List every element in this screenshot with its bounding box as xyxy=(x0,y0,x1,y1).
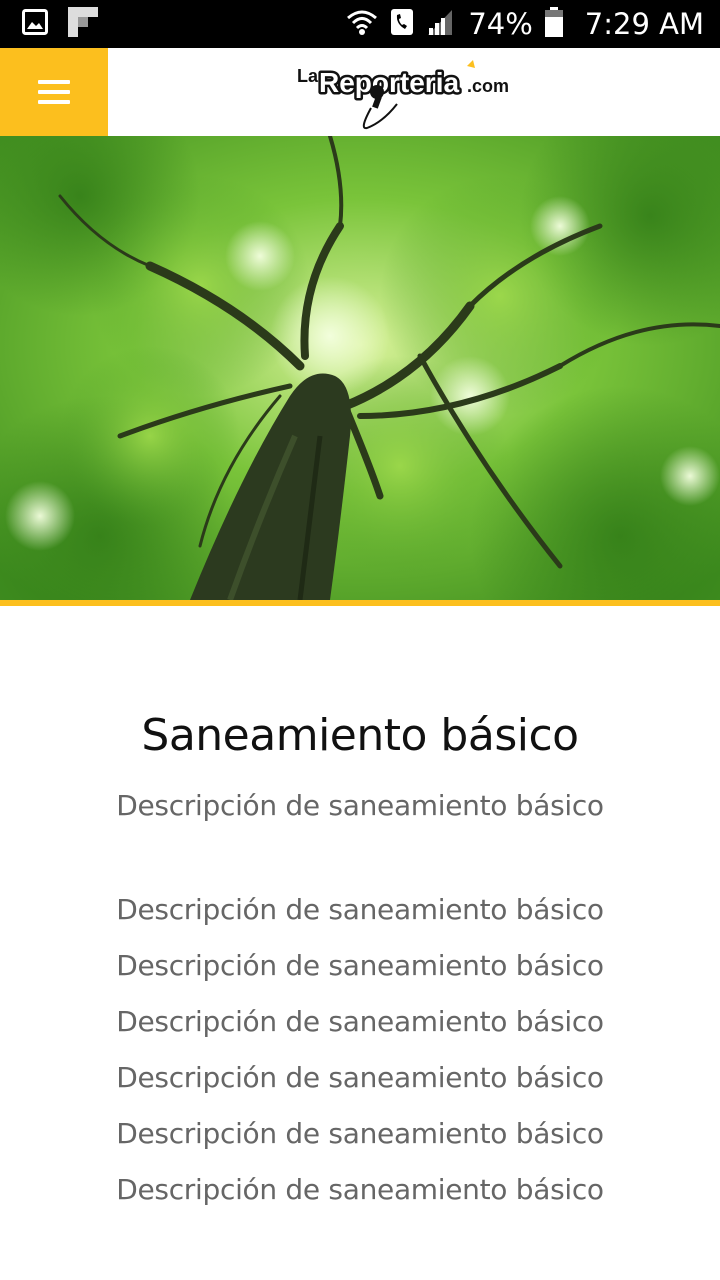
description-list: Descripción de saneamiento básico Descri… xyxy=(0,882,720,1218)
flipboard-icon xyxy=(68,6,98,42)
description-intro: Descripción de saneamiento básico xyxy=(116,789,604,822)
menu-button[interactable] xyxy=(0,48,108,136)
description-line: Descripción de saneamiento básico xyxy=(116,1061,604,1094)
tree-canopy-photo xyxy=(0,136,720,600)
description-line: Descripción de saneamiento básico xyxy=(116,1005,604,1038)
description-line: Descripción de saneamiento básico xyxy=(116,1173,604,1206)
cell-signal-icon xyxy=(426,8,454,41)
status-bar: 74% 7:29 AM xyxy=(0,0,720,48)
app-header: La Reporteria .com xyxy=(0,48,720,136)
logo-mark: La Reporteria .com xyxy=(297,60,509,130)
status-right: 74% 7:29 AM xyxy=(334,6,704,42)
status-left xyxy=(22,6,118,42)
hero-image xyxy=(0,136,720,600)
description-line: Descripción de saneamiento básico xyxy=(116,1117,604,1150)
logo-suffix: .com xyxy=(467,76,509,96)
description-line: Descripción de saneamiento básico xyxy=(116,949,604,982)
logo-main: Reporteria xyxy=(319,67,459,98)
description-line: Descripción de saneamiento básico xyxy=(116,893,604,926)
logo[interactable]: La Reporteria .com xyxy=(108,48,720,136)
battery-icon xyxy=(544,6,563,42)
main-content: Saneamiento básico Descripción de saneam… xyxy=(0,606,720,1218)
gallery-icon xyxy=(22,8,48,40)
phone-call-icon xyxy=(390,8,414,41)
logo-prefix: La xyxy=(297,66,319,86)
clock: 7:29 AM xyxy=(584,7,704,41)
page-title: Saneamiento básico xyxy=(141,710,579,761)
battery-percent: 74% xyxy=(468,7,533,41)
wifi-calling-icon xyxy=(346,8,378,41)
hamburger-menu-icon xyxy=(38,80,70,104)
